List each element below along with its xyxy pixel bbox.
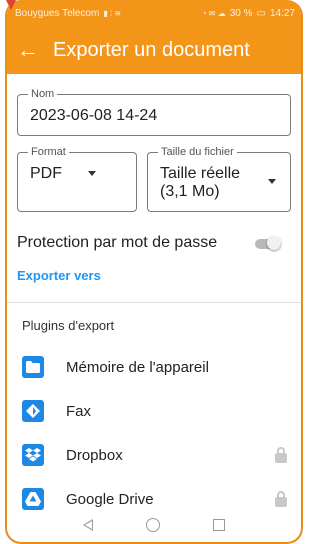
name-field-value[interactable]: 2023-06-08 14-24 <box>30 107 290 125</box>
divider <box>7 302 301 303</box>
back-arrow-icon[interactable]: ← <box>17 37 53 63</box>
clock-label: 14:27 <box>269 7 295 19</box>
chevron-down-icon <box>88 171 96 176</box>
folder-icon <box>22 356 44 378</box>
format-select-value: PDF <box>30 165 62 182</box>
password-protection-row: Protection par mot de passe <box>17 234 291 252</box>
file-size-value-line2: (3,1 Mo) <box>160 183 220 200</box>
plugins-section-title: Plugins d'export <box>22 318 115 333</box>
phone-screen: Bouygues Telecom ▮ ⁞ ≋ ◔ ✉ ☁ 30 % ▭ 14:2… <box>5 0 303 544</box>
toggle-thumb <box>267 236 281 250</box>
format-select[interactable]: Format PDF <box>17 146 137 212</box>
plugin-item-label: Mémoire de l'appareil <box>66 358 209 376</box>
status-bar: Bouygues Telecom ▮ ⁞ ≋ ◔ ✉ ☁ 30 % ▭ 14:2… <box>7 0 301 26</box>
plugin-item-label: Dropbox <box>66 446 123 464</box>
plugin-item-label: Google Drive <box>66 490 154 508</box>
format-select-label: Format <box>28 146 69 158</box>
plugin-item-device-storage[interactable]: Mémoire de l'appareil <box>22 352 291 382</box>
chevron-down-icon <box>268 179 276 184</box>
lock-icon <box>275 447 287 463</box>
nav-back-icon[interactable] <box>83 519 94 531</box>
plugin-item-fax[interactable]: Fax <box>22 396 291 426</box>
password-protection-toggle[interactable] <box>255 236 281 250</box>
status-icons: ◔ ✉ ☁ <box>201 8 226 18</box>
nav-recent-apps-icon[interactable] <box>212 519 225 531</box>
password-protection-label: Protection par mot de passe <box>17 234 218 251</box>
system-navigation-bar <box>7 508 301 542</box>
export-to-link[interactable]: Exporter vers <box>17 268 291 283</box>
export-form: Nom 2023-06-08 14-24 Format PDF Taille d… <box>7 74 301 283</box>
pointer-marker <box>6 0 16 10</box>
format-size-row: Format PDF Taille du fichier Taille réel… <box>17 146 291 212</box>
plugin-item-dropbox[interactable]: Dropbox <box>22 440 291 470</box>
signal-icons: ▮ ⁞ ≋ <box>103 8 122 18</box>
app-bar: ← Exporter un document <box>7 26 301 74</box>
battery-icon: ▭ <box>256 7 266 19</box>
battery-label: 30 % <box>229 7 253 19</box>
lock-icon <box>275 491 287 507</box>
file-size-select[interactable]: Taille du fichier Taille réelle (3,1 Mo) <box>147 146 291 212</box>
page-title: Exporter un document <box>53 38 250 61</box>
plugin-item-label: Fax <box>66 402 92 420</box>
fax-icon <box>22 400 44 422</box>
google-drive-icon <box>22 488 44 510</box>
carrier-label: Bouygues Telecom <box>15 7 100 19</box>
name-field[interactable]: Nom 2023-06-08 14-24 <box>17 88 291 136</box>
file-size-select-label: Taille du fichier <box>158 146 237 158</box>
dropbox-icon <box>22 444 44 466</box>
name-field-label: Nom <box>28 88 58 100</box>
nav-home-icon[interactable] <box>145 518 160 532</box>
